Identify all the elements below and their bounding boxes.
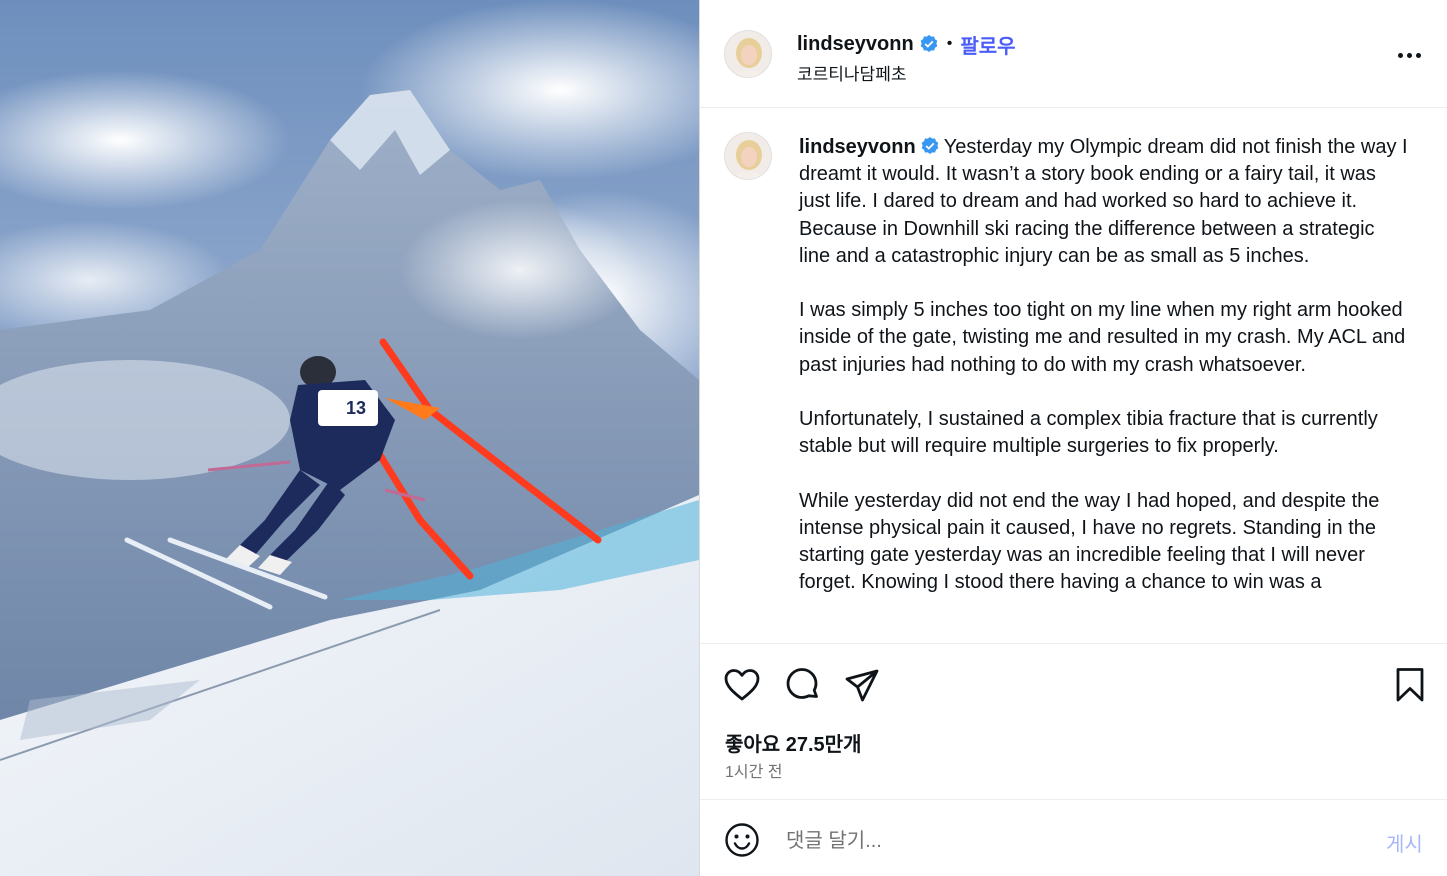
follow-button[interactable]: 팔로우 [960, 30, 1015, 59]
post-side-panel: lindseyvonn • 팔로우 코르티나담페초 lindseyvonn Yes… [699, 0, 1447, 876]
author-username[interactable]: lindseyvonn [797, 33, 914, 56]
comment-input[interactable] [784, 822, 1348, 860]
share-icon[interactable] [843, 666, 881, 704]
verified-badge-icon [919, 34, 939, 54]
likes-count[interactable]: 좋아요 27.5만개 [725, 728, 861, 757]
caption-verified-badge-icon [920, 136, 940, 156]
comment-bar: 게시 [700, 799, 1447, 876]
bookmark-icon[interactable] [1391, 666, 1429, 704]
post-actions: 좋아요 27.5만개 1시간 전 [700, 643, 1447, 799]
comment-icon[interactable] [783, 666, 821, 704]
caption-paragraph: Unfortunately, I sustained a complex tib… [799, 408, 1378, 458]
instagram-post-modal: 13 lindseyvonn • 팔로우 코르티나담페초 lindseyvonn… [0, 0, 1447, 876]
post-header: lindseyvonn • 팔로우 코르티나담페초 [700, 0, 1447, 108]
post-timestamp[interactable]: 1시간 전 [725, 758, 783, 782]
bib-number: 13 [346, 398, 366, 418]
separator-dot: • [946, 35, 953, 52]
post-caption: lindseyvonn Yesterday my Olympic dream di… [799, 134, 1411, 624]
caption-paragraph: While yesterday did not end the way I ha… [799, 489, 1380, 594]
author-avatar[interactable] [724, 30, 772, 78]
post-location[interactable]: 코르티나담페초 [797, 60, 906, 85]
post-comment-button[interactable]: 게시 [1386, 828, 1423, 857]
caption-scroll-area[interactable]: lindseyvonn Yesterday my Olympic dream di… [700, 108, 1447, 643]
skier-photo-illustration: 13 [0, 0, 699, 876]
header-title-row: lindseyvonn • 팔로우 [797, 30, 1016, 59]
caption-paragraph: lindseyvonn Yesterday my Olympic dream di… [799, 134, 1411, 270]
heart-icon[interactable] [723, 666, 761, 704]
caption-username[interactable]: lindseyvonn [799, 136, 916, 158]
smiley-icon[interactable] [724, 822, 760, 858]
more-options-icon[interactable] [1394, 40, 1424, 70]
post-photo[interactable]: 13 [0, 0, 699, 876]
caption-paragraph: I was simply 5 inches too tight on my li… [799, 299, 1406, 376]
caption-author-avatar[interactable] [724, 132, 772, 180]
